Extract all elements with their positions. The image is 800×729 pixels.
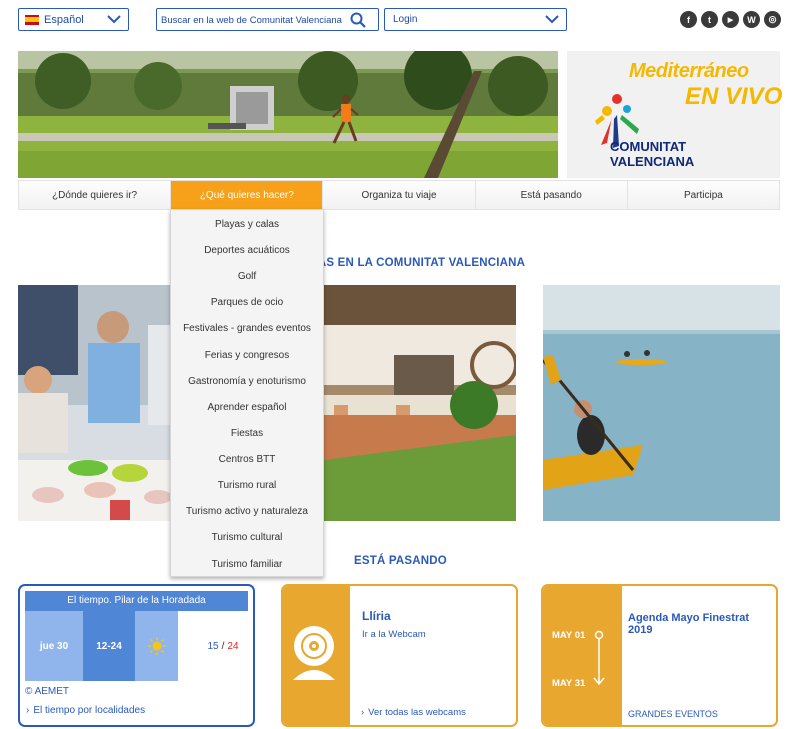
menu-item-aprender-espanol[interactable]: Aprender español	[171, 402, 323, 413]
weather-day: jue 30	[25, 611, 83, 681]
date-range-icon	[593, 630, 605, 686]
aemet-credit: © AEMET	[25, 686, 70, 697]
agenda-card[interactable]: MAY 01 MAY 31 Agenda Mayo Finestrat 2019…	[541, 584, 778, 727]
agenda-date-panel	[543, 586, 622, 725]
brand-slogan-line2: EN VIVO	[685, 83, 783, 110]
site-search	[156, 8, 379, 31]
login-label: Login	[393, 14, 418, 25]
que-quieres-hacer-menu: Playas y calas Deportes acuáticos Golf P…	[170, 209, 324, 577]
webcam-card[interactable]: Llíria Ir a la Webcam › Ver todas las web…	[281, 584, 518, 727]
brand-name: COMUNITAT VALENCIANA	[610, 139, 694, 169]
youtube-icon[interactable]: ▶	[722, 11, 739, 28]
language-select[interactable]: Español	[18, 8, 129, 31]
instagram-icon[interactable]: ◎	[764, 11, 781, 28]
agenda-category: GRANDES EVENTOS	[628, 709, 718, 719]
menu-item-playas-y-calas[interactable]: Playas y calas	[171, 219, 323, 230]
menu-item-turismo-familiar[interactable]: Turismo familiar	[171, 559, 323, 570]
chevron-right-icon: ›	[26, 705, 30, 716]
weather-locations-link[interactable]: › El tiempo por localidades	[26, 705, 145, 716]
weather-temperature: 15 / 24	[198, 611, 248, 681]
agenda-end-date: MAY 31	[552, 678, 586, 689]
all-webcams-label: Ver todas las webcams	[368, 707, 466, 718]
kayak-photo[interactable]	[543, 285, 780, 521]
agenda-event-title[interactable]: Agenda Mayo Finestrat 2019	[628, 612, 776, 636]
wordpress-icon[interactable]: W	[743, 11, 760, 28]
events-section-title: ESTÁ PASANDO	[354, 555, 447, 567]
weather-link-label: El tiempo por localidades	[33, 705, 146, 716]
temp-max: 24	[227, 640, 239, 652]
tab-participa[interactable]: Participa	[627, 181, 780, 209]
menu-item-ferias-y-congresos[interactable]: Ferias y congresos	[171, 350, 323, 361]
menu-item-gastronomia[interactable]: Gastronomía y enoturismo	[171, 376, 323, 387]
menu-item-turismo-activo[interactable]: Turismo activo y naturaleza	[171, 506, 323, 517]
menu-item-golf[interactable]: Golf	[171, 271, 323, 282]
webcam-panel	[283, 586, 350, 725]
brand-slogan-line1: Mediterráneo	[629, 60, 749, 82]
menu-item-fiestas[interactable]: Fiestas	[171, 428, 323, 439]
tab-donde-quieres-ir[interactable]: ¿Dónde quieres ir?	[19, 181, 172, 209]
agenda-start-date: MAY 01	[552, 630, 586, 641]
webcam-icon	[293, 626, 335, 680]
main-navigation: ¿Dónde quieres ir? ¿Qué quieres hacer? O…	[18, 180, 780, 210]
menu-item-deportes-acuaticos[interactable]: Deportes acuáticos	[171, 245, 323, 256]
hero-jogger-image	[18, 51, 558, 178]
twitter-icon[interactable]: t	[701, 11, 718, 28]
login-select[interactable]: Login	[384, 8, 567, 31]
search-input[interactable]	[157, 10, 342, 30]
menu-item-turismo-rural[interactable]: Turismo rural	[171, 480, 323, 491]
tab-que-quieres-hacer[interactable]: ¿Qué quieres hacer?	[171, 181, 324, 209]
weather-hours: 12-24	[83, 611, 135, 681]
sun-icon-graphic	[147, 637, 166, 655]
all-webcams-link[interactable]: › Ver todas las webcams	[361, 707, 466, 718]
temp-separator: /	[221, 640, 225, 652]
menu-item-turismo-cultural[interactable]: Turismo cultural	[171, 532, 323, 543]
language-label: Español	[44, 13, 84, 26]
kayak-image	[543, 285, 780, 521]
patio-photo[interactable]	[324, 285, 516, 521]
chevron-down-icon	[545, 15, 559, 24]
chevron-down-icon	[107, 15, 121, 24]
tab-organiza-tu-viaje[interactable]: Organiza tu viaje	[323, 181, 476, 209]
cooking-class-photo[interactable]	[18, 285, 193, 521]
experiences-section-title: CIAS EN LA COMUNITAT VALENCIANA	[306, 257, 526, 269]
cooking-class-image	[18, 285, 193, 521]
weather-title: El tiempo. Pilar de la Horadada	[25, 591, 248, 611]
brand-name-line1: COMUNITAT	[610, 139, 687, 154]
tab-esta-pasando[interactable]: Está pasando	[475, 181, 628, 209]
sun-icon	[135, 611, 178, 681]
menu-item-centros-btt[interactable]: Centros BTT	[171, 454, 323, 465]
facebook-icon[interactable]: f	[680, 11, 697, 28]
webcam-location: Llíria	[362, 609, 391, 623]
search-icon[interactable]	[350, 12, 366, 28]
temp-min: 15	[207, 640, 219, 652]
hero-banner	[18, 51, 558, 178]
webcam-link[interactable]: Ir a la Webcam	[362, 629, 426, 640]
spain-flag-icon	[25, 14, 39, 25]
brand-name-line2: VALENCIANA	[610, 154, 695, 169]
weather-card: El tiempo. Pilar de la Horadada jue 30 1…	[18, 584, 255, 727]
patio-image	[324, 285, 516, 521]
menu-item-festivales[interactable]: Festivales - grandes eventos	[171, 323, 323, 334]
top-bar: Español Login f t ▶ W ◎	[0, 0, 800, 44]
menu-item-parques-de-ocio[interactable]: Parques de ocio	[171, 297, 323, 308]
chevron-right-icon: ›	[361, 707, 365, 718]
